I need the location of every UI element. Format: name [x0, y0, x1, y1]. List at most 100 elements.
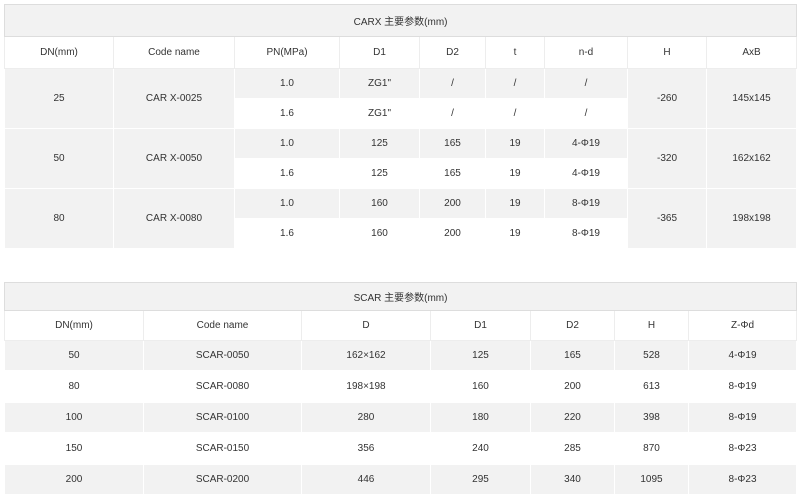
scar-d-cell: 162×162 [301, 340, 431, 371]
scar-code-cell: SCAR-0150 [143, 432, 302, 465]
carx-d2-cell: 165 [419, 128, 486, 159]
scar-dn-cell: 150 [4, 432, 144, 465]
carx-nd-cell: 4-Φ19 [544, 128, 628, 159]
scar-header-dn: DN(mm) [4, 310, 144, 341]
carx-code-cell: CAR X-0025 [113, 68, 235, 129]
carx-code-cell: CAR X-0050 [113, 128, 235, 189]
carx-nd-cell: 8-Φ19 [544, 218, 628, 249]
scar-z-d-cell: 8-Φ19 [687, 370, 798, 403]
carx-header-d1: D1 [339, 36, 420, 69]
carx-d2-cell: / [419, 98, 486, 129]
scar-code-cell: SCAR-0050 [143, 340, 302, 371]
carx-header-t: t [485, 36, 545, 69]
carx-axb-cell: 198x198 [705, 188, 798, 249]
scar-dn-cell: 100 [4, 402, 144, 433]
scar-d-cell: 280 [301, 402, 431, 433]
table-row: 80 CAR X-0080 1.0 160 200 19 8-Φ19 -365 … [4, 188, 798, 249]
carx-d1-cell: 160 [339, 218, 420, 249]
table-row: 80 SCAR-0080 198×198 160 200 613 8-Φ19 [4, 370, 798, 403]
table-row: 50 SCAR-0050 162×162 125 165 528 4-Φ19 [4, 340, 798, 371]
carx-d1-cell: 125 [339, 128, 420, 159]
carx-header-code-name: Code name [113, 36, 235, 69]
scar-h-cell: 1095 [614, 464, 689, 495]
scar-header-code-name: Code name [143, 310, 302, 341]
scar-d-cell: 356 [301, 432, 431, 465]
carx-d1-cell: 125 [339, 158, 420, 189]
scar-dn-cell: 50 [4, 340, 144, 371]
scar-d2-cell: 220 [530, 402, 615, 433]
carx-pn-cell: 1.0 [234, 68, 340, 99]
carx-t-cell: 19 [485, 188, 545, 219]
scar-z-d-cell: 8-Φ19 [687, 402, 798, 433]
carx-header-dn: DN(mm) [4, 36, 114, 69]
carx-d2-cell: 200 [419, 218, 486, 249]
carx-pn-cell: 1.0 [234, 128, 340, 159]
scar-d-cell: 446 [301, 464, 431, 495]
carx-code-cell: CAR X-0080 [113, 188, 235, 249]
scar-table-title: SCAR 主要参数(mm) [3, 282, 798, 311]
carx-table-title: CARX 主要参数(mm) [3, 4, 798, 37]
scar-dn-cell: 80 [4, 370, 144, 403]
carx-axb-cell: 162x162 [705, 128, 798, 189]
carx-pn-cell: 1.6 [234, 158, 340, 189]
carx-t-cell: 19 [485, 218, 545, 249]
carx-header-h: H [627, 36, 707, 69]
carx-t-cell: 19 [485, 128, 545, 159]
scar-h-cell: 528 [614, 340, 689, 371]
carx-d2-cell: / [419, 68, 486, 99]
scar-h-cell: 398 [614, 402, 689, 433]
scar-dn-cell: 200 [4, 464, 144, 495]
scar-d-cell: 198×198 [301, 370, 431, 403]
carx-params-table: CARX 主要参数(mm) DN(mm) Code name PN(MPa) D… [3, 4, 798, 249]
carx-pn-cell: 1.6 [234, 98, 340, 129]
scar-d2-cell: 340 [530, 464, 615, 495]
carx-header-d2: D2 [419, 36, 486, 69]
table-row: 100 SCAR-0100 280 180 220 398 8-Φ19 [4, 402, 798, 433]
carx-header-n-d: n-d [544, 36, 628, 69]
scar-header-d2: D2 [530, 310, 615, 341]
carx-d2-cell: 165 [419, 158, 486, 189]
scar-code-cell: SCAR-0100 [143, 402, 302, 433]
carx-d1-cell: ZG1" [339, 98, 420, 129]
carx-h-cell: -365 [627, 188, 707, 249]
scar-h-cell: 870 [614, 432, 689, 465]
carx-nd-cell: / [544, 98, 628, 129]
table-row: 25 CAR X-0025 1.0 ZG1" / / / -260 145x14… [4, 68, 798, 129]
scar-d1-cell: 160 [430, 370, 531, 403]
carx-d2-cell: 200 [419, 188, 486, 219]
scar-header-d1: D1 [430, 310, 531, 341]
carx-h-cell: -260 [627, 68, 707, 129]
carx-dn-cell: 25 [4, 68, 114, 129]
scar-d1-cell: 180 [430, 402, 531, 433]
carx-dn-cell: 50 [4, 128, 114, 189]
carx-t-cell: / [485, 68, 545, 99]
carx-pn-cell: 1.0 [234, 188, 340, 219]
scar-d1-cell: 125 [430, 340, 531, 371]
table-row: 50 CAR X-0050 1.0 125 165 19 4-Φ19 -320 … [4, 128, 798, 189]
scar-header-z-d: Z-Φd [687, 310, 798, 341]
scar-header-d: D [301, 310, 431, 341]
scar-d1-cell: 295 [430, 464, 531, 495]
table-row: 200 SCAR-0200 446 295 340 1095 8-Φ23 [4, 464, 798, 495]
carx-t-cell: 19 [485, 158, 545, 189]
carx-dn-cell: 80 [4, 188, 114, 249]
scar-d2-cell: 165 [530, 340, 615, 371]
scar-params-table: SCAR 主要参数(mm) DN(mm) Code name D D1 D2 H… [3, 282, 798, 495]
carx-header-pn: PN(MPa) [234, 36, 340, 69]
carx-d1-cell: 160 [339, 188, 420, 219]
scar-d2-cell: 200 [530, 370, 615, 403]
scar-z-d-cell: 8-Φ23 [687, 432, 798, 465]
scar-z-d-cell: 8-Φ23 [687, 464, 798, 495]
carx-nd-cell: 8-Φ19 [544, 188, 628, 219]
scar-header-h: H [614, 310, 689, 341]
scar-h-cell: 613 [614, 370, 689, 403]
scar-code-cell: SCAR-0080 [143, 370, 302, 403]
carx-nd-cell: 4-Φ19 [544, 158, 628, 189]
carx-axb-cell: 145x145 [705, 68, 798, 129]
scar-z-d-cell: 4-Φ19 [687, 340, 798, 371]
scar-code-cell: SCAR-0200 [143, 464, 302, 495]
carx-d1-cell: ZG1" [339, 68, 420, 99]
carx-t-cell: / [485, 98, 545, 129]
table-row: 150 SCAR-0150 356 240 285 870 8-Φ23 [4, 432, 798, 465]
carx-h-cell: -320 [627, 128, 707, 189]
